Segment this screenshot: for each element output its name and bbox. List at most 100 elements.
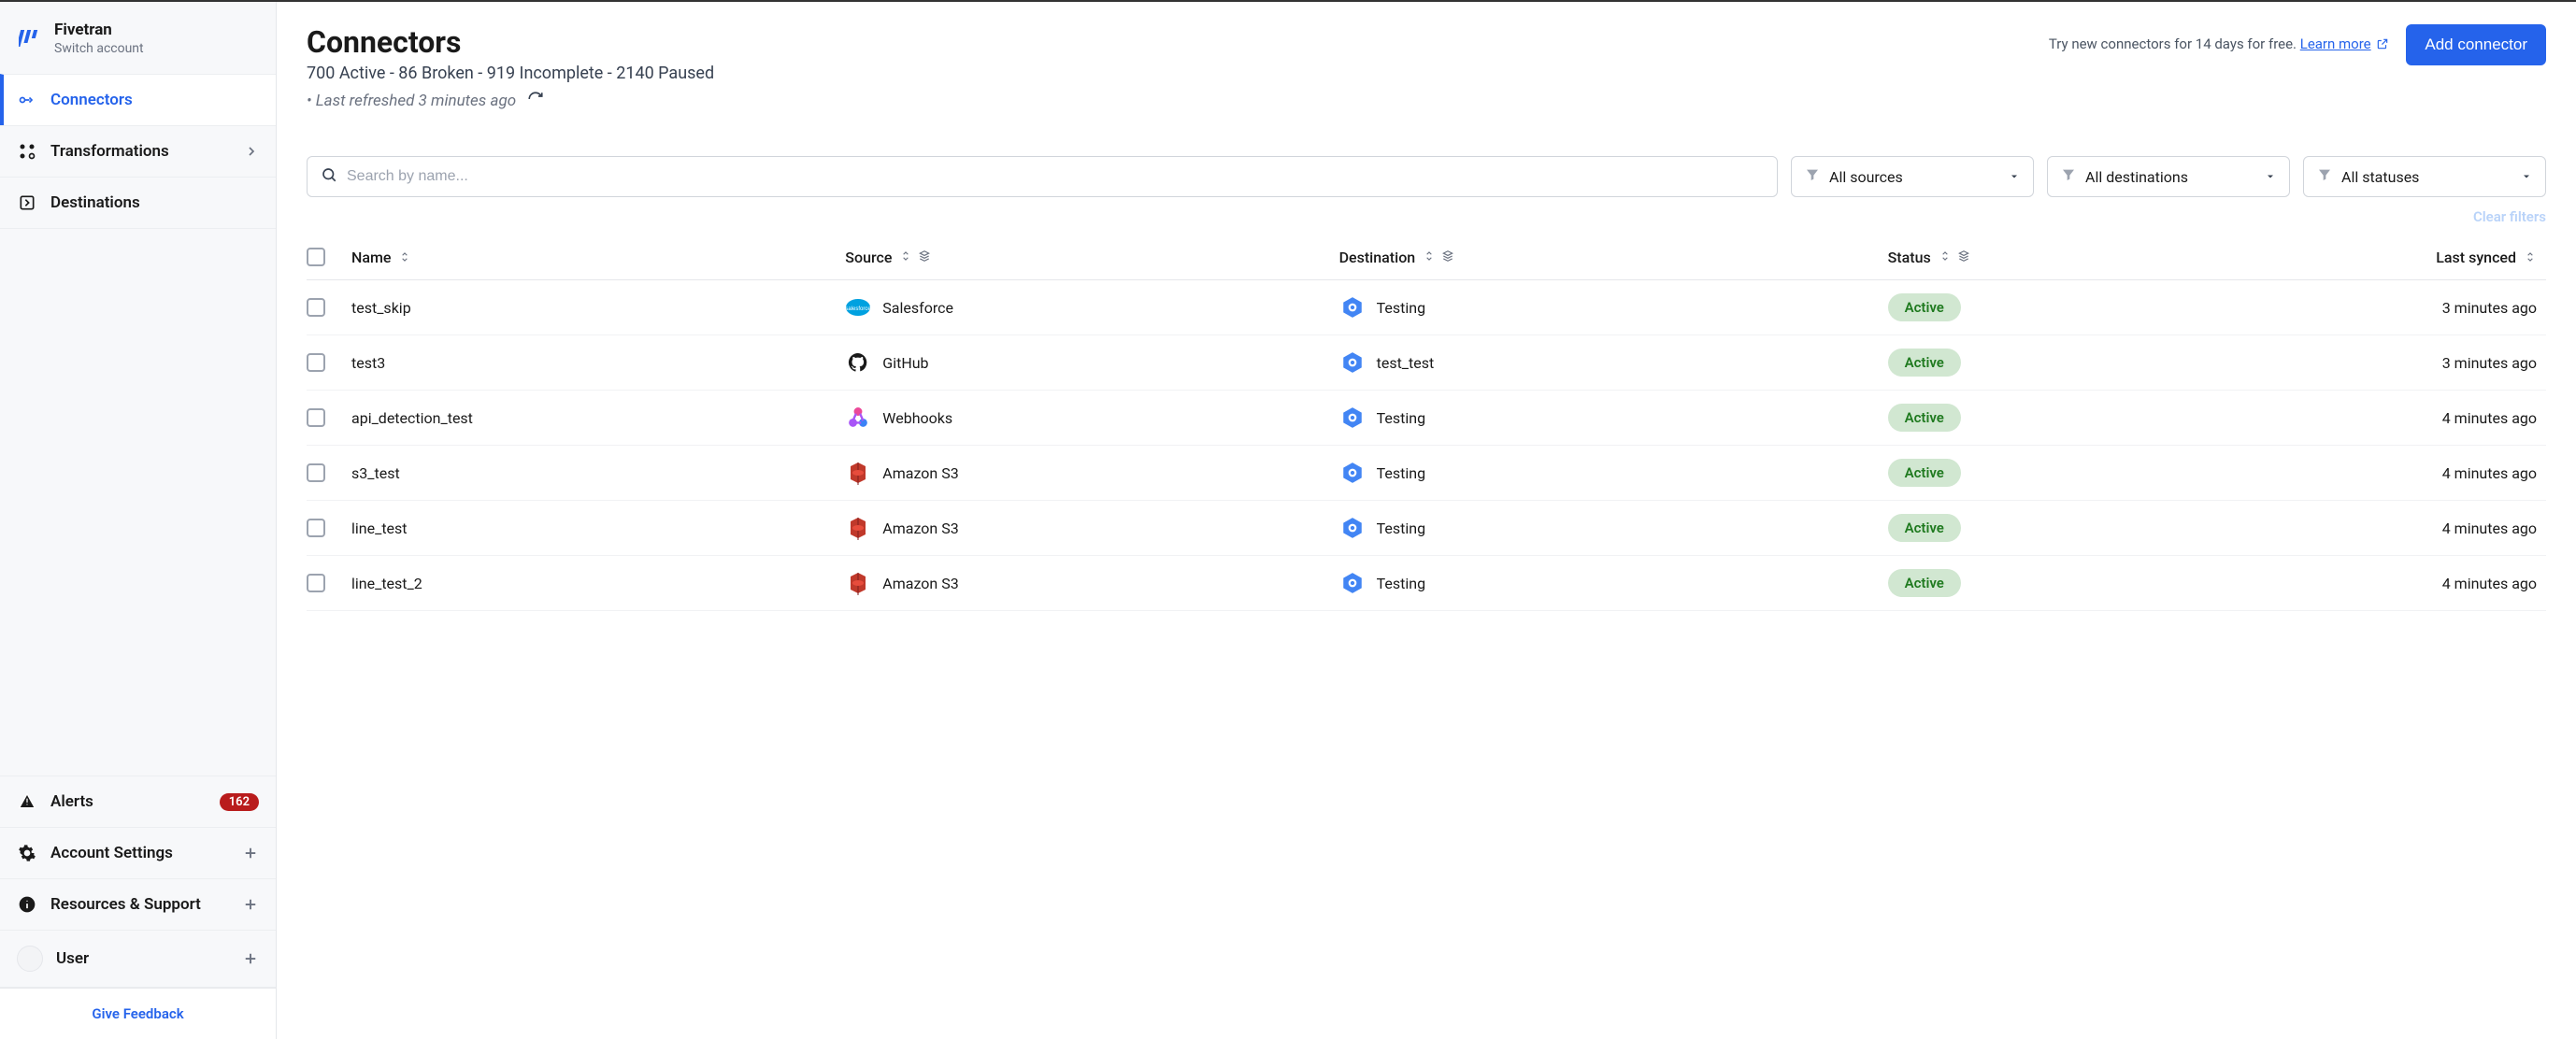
cell-source: Webhooks [845, 405, 1338, 431]
sources-filter[interactable]: All sources [1791, 156, 2034, 197]
main-content: Connectors 700 Active - 86 Broken - 919 … [277, 2, 2576, 1039]
row-checkbox[interactable] [307, 574, 325, 592]
status-badge: Active [1888, 293, 1961, 321]
th-name[interactable]: Name [351, 249, 845, 266]
github-icon [845, 349, 871, 376]
table-row[interactable]: line_test_2 Amazon S3 Testing Active 4 m… [307, 556, 2546, 611]
status-badge: Active [1888, 459, 1961, 487]
row-checkbox[interactable] [307, 353, 325, 372]
cell-destination: Testing [1339, 405, 1888, 431]
cell-last-synced: 4 minutes ago [2217, 409, 2546, 427]
row-checkbox[interactable] [307, 463, 325, 482]
row-checkbox[interactable] [307, 298, 325, 317]
sidebar-item-user[interactable]: User [0, 930, 276, 988]
s3-icon [845, 515, 871, 541]
statuses-filter[interactable]: All statuses [2303, 156, 2546, 197]
sidebar-item-connectors[interactable]: Connectors [0, 74, 276, 126]
external-link-icon [2376, 37, 2389, 54]
sidebar-label: Account Settings [50, 844, 229, 862]
funnel-icon [1805, 167, 1820, 186]
bigquery-icon [1339, 570, 1366, 596]
cell-status: Active [1888, 293, 2217, 321]
clear-filters-link[interactable]: Clear filters [2473, 208, 2546, 225]
gear-icon [17, 843, 37, 863]
page-title: Connectors [307, 24, 714, 60]
avatar [17, 946, 43, 972]
refresh-button[interactable] [527, 91, 544, 111]
status-badge: Active [1888, 349, 1961, 377]
fivetran-logo-icon [17, 25, 43, 51]
search-input[interactable] [347, 168, 1764, 185]
refresh-text: • Last refreshed 3 minutes ago [307, 92, 516, 110]
sidebar-item-account-settings[interactable]: Account Settings [0, 827, 276, 879]
th-destination[interactable]: Destination [1339, 249, 1888, 266]
status-badge: Active [1888, 514, 1961, 542]
trial-text: Try new connectors for 14 days for free.… [2049, 36, 2389, 53]
cell-source: salesforce Salesforce [845, 294, 1338, 320]
give-feedback-link[interactable]: Give Feedback [0, 988, 276, 1039]
select-all-checkbox[interactable] [307, 248, 325, 266]
table-header: Name Source Destination [307, 235, 2546, 280]
brand-name: Fivetran [54, 21, 144, 39]
sidebar-label: Resources & Support [50, 895, 229, 914]
th-status[interactable]: Status [1888, 249, 2217, 266]
cell-name: test3 [351, 354, 845, 372]
filter-label: All sources [1829, 168, 1999, 186]
sidebar-label: Alerts [50, 792, 207, 811]
caret-down-icon [2009, 168, 2020, 186]
cell-last-synced: 4 minutes ago [2217, 575, 2546, 592]
connectors-table: Name Source Destination [307, 235, 2546, 611]
switch-account-link[interactable]: Switch account [54, 41, 144, 56]
sort-icon [2524, 250, 2537, 263]
th-last-synced[interactable]: Last synced [2217, 249, 2546, 266]
sort-icon [1423, 249, 1436, 266]
cell-name: test_skip [351, 299, 845, 317]
row-checkbox[interactable] [307, 408, 325, 427]
sort-icon [899, 249, 912, 266]
s3-icon [845, 460, 871, 486]
sidebar-item-resources[interactable]: Resources & Support [0, 878, 276, 931]
table-row[interactable]: api_detection_test Webhooks Testing Acti… [307, 391, 2546, 446]
table-row[interactable]: test3 GitHub test_test Active 3 minutes … [307, 335, 2546, 391]
cell-source: Amazon S3 [845, 460, 1338, 486]
sidebar-item-transformations[interactable]: Transformations [0, 125, 276, 178]
cell-source: Amazon S3 [845, 515, 1338, 541]
group-icon [1957, 249, 1970, 266]
cell-name: line_test_2 [351, 575, 845, 592]
filter-label: All statuses [2341, 168, 2512, 186]
plus-icon [242, 845, 259, 861]
bigquery-icon [1339, 405, 1366, 431]
row-checkbox[interactable] [307, 519, 325, 537]
plus-icon [242, 896, 259, 913]
cell-status: Active [1888, 569, 2217, 597]
th-source[interactable]: Source [845, 249, 1338, 266]
table-row[interactable]: test_skip salesforce Salesforce Testing … [307, 280, 2546, 335]
alerts-badge: 162 [220, 793, 259, 811]
sidebar-item-alerts[interactable]: Alerts 162 [0, 776, 276, 828]
cell-destination: test_test [1339, 349, 1888, 376]
caret-down-icon [2265, 168, 2276, 186]
table-row[interactable]: s3_test Amazon S3 Testing Active 4 minut… [307, 446, 2546, 501]
sidebar-label: Transformations [50, 142, 231, 161]
bigquery-icon [1339, 460, 1366, 486]
sidebar-label: Connectors [50, 91, 259, 109]
destinations-filter[interactable]: All destinations [2047, 156, 2290, 197]
cell-last-synced: 3 minutes ago [2217, 354, 2546, 372]
status-badge: Active [1888, 569, 1961, 597]
cell-name: s3_test [351, 464, 845, 482]
sidebar-label: Destinations [50, 193, 259, 212]
group-icon [1441, 249, 1454, 266]
cell-destination: Testing [1339, 294, 1888, 320]
sidebar-header[interactable]: Fivetran Switch account [0, 2, 276, 75]
filter-label: All destinations [2085, 168, 2255, 186]
learn-more-link[interactable]: Learn more [2300, 36, 2371, 52]
s3-icon [845, 570, 871, 596]
sidebar-item-destinations[interactable]: Destinations [0, 177, 276, 229]
connectors-icon [17, 90, 37, 110]
plus-icon [242, 950, 259, 967]
cell-name: line_test [351, 520, 845, 537]
add-connector-button[interactable]: Add connector [2406, 24, 2546, 65]
table-row[interactable]: line_test Amazon S3 Testing Active 4 min… [307, 501, 2546, 556]
search-box[interactable] [307, 156, 1778, 197]
sidebar: Fivetran Switch account Connectors Trans… [0, 2, 277, 1039]
